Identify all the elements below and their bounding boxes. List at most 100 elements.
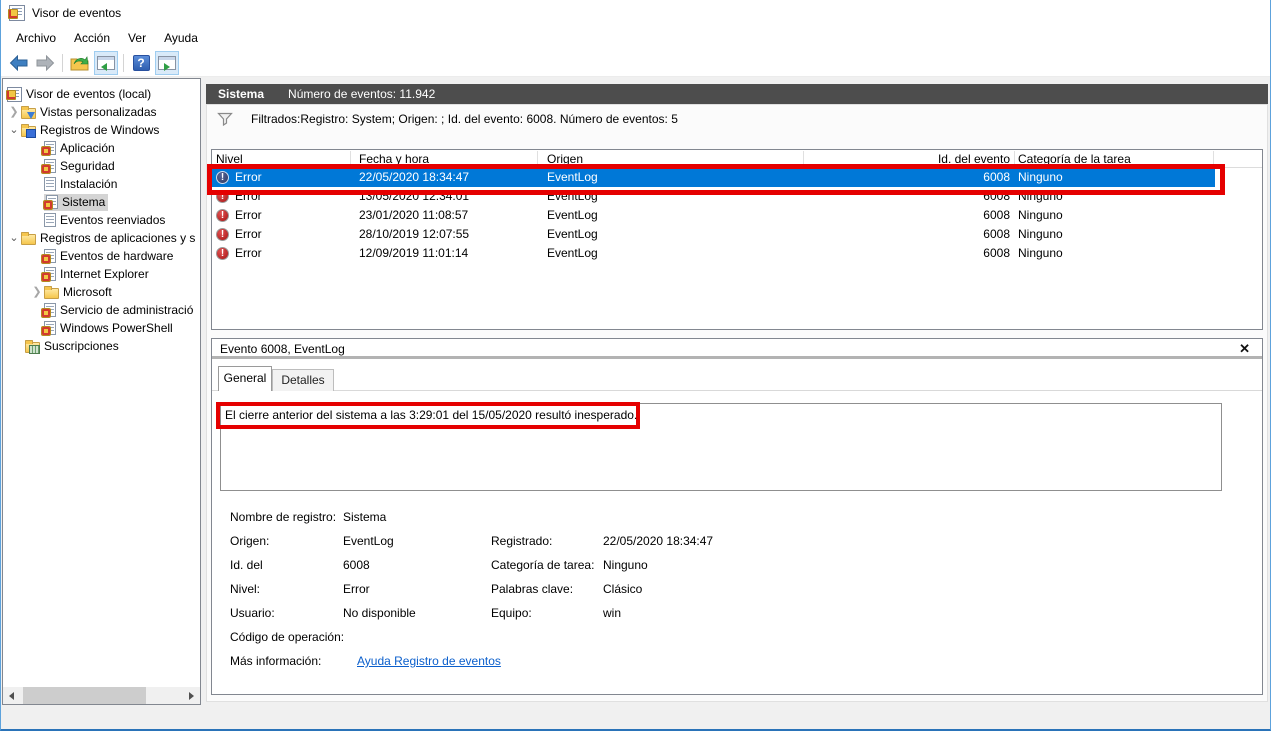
tree-item-suscripciones[interactable]: Suscripciones [3,337,200,355]
tree-item-vistas-personalizadas[interactable]: ❯ Vistas personalizadas [3,103,200,121]
field-label: Palabras clave: [491,582,573,596]
error-icon [216,228,229,241]
field-label: Código de operación: [230,630,344,644]
field-label: Categoría de tarea: [491,558,594,572]
window-title: Visor de eventos [32,6,121,20]
apps-logs-folder-icon [21,234,36,245]
tree-item-label: Aplicación [60,141,115,155]
field-value-level: Error [343,582,370,596]
chevron-down-icon[interactable]: ⌄ [7,121,21,139]
field-value-user: No disponible [343,606,416,620]
log-icon [44,213,56,227]
tree-item-label: Registros de Windows [40,123,159,137]
help-icon [133,55,150,71]
help-button[interactable] [129,51,153,75]
toolbar-separator [62,54,63,72]
event-row[interactable]: Error 23/01/2020 11:08:57 EventLog 6008 … [212,206,1262,225]
tree-item-microsoft[interactable]: ❯ Microsoft [3,283,200,301]
detail-tabs: General Detalles [212,365,1262,391]
field-value-keywords: Clásico [603,582,642,596]
close-icon[interactable]: ✕ [1239,341,1250,357]
back-button[interactable] [7,51,31,75]
menu-archivo[interactable]: Archivo [7,28,65,48]
forward-button[interactable] [33,51,57,75]
log-icon [44,267,56,281]
field-value-task-category: Ninguno [603,558,648,572]
field-label: Nombre de registro: [230,510,336,524]
log-icon [44,321,56,335]
menu-accion[interactable]: Acción [65,28,119,48]
event-viewer-icon [7,87,22,102]
tree-item-instalacion[interactable]: Instalación [3,175,200,193]
log-icon [44,141,56,155]
tree-item-label: Internet Explorer [60,267,149,281]
action-pane-icon [158,56,176,70]
chevron-right-icon[interactable]: ❯ [30,283,44,301]
tab-general[interactable]: General [218,366,272,391]
tree-item-eventos-de-hardware[interactable]: Eventos de hardware [3,247,200,265]
tree-item-sistema[interactable]: Sistema [3,193,200,211]
title-bar: Visor de eventos [1,0,1270,26]
console-tree-icon [97,56,115,70]
field-value-source: EventLog [343,534,394,548]
tree-item-root[interactable]: Visor de eventos (local) [3,85,200,103]
log-icon [46,195,58,209]
tree-item-registros-de-windows[interactable]: ⌄ Registros de Windows [3,121,200,139]
event-row[interactable]: Error 12/09/2019 11:01:14 EventLog 6008 … [212,244,1262,263]
detail-header: Evento 6008, EventLog ✕ [212,339,1262,359]
tree-item-seguridad[interactable]: Seguridad [3,157,200,175]
scroll-left-arrow[interactable] [3,687,20,704]
tree-selection-highlight: Sistema [44,194,108,211]
subscriptions-folder-icon [25,342,40,353]
chevron-right-icon[interactable]: ❯ [7,103,21,121]
log-icon [44,249,56,263]
log-icon [44,303,56,317]
tree-item-label: Servicio de administració [60,303,193,317]
open-saved-log-button[interactable] [68,51,92,75]
field-label: Origen: [230,534,269,548]
tree-item-label: Registros de aplicaciones y s [40,231,195,245]
error-icon [216,209,229,222]
tree-item-windows-powershell[interactable]: Windows PowerShell [3,319,200,337]
scrollbar-thumb[interactable] [23,687,146,704]
event-viewer-app-icon [9,5,25,21]
tree-item-label: Microsoft [63,285,112,299]
tree-item-label: Instalación [60,177,117,191]
field-label: Más información: [230,654,321,668]
tree-item-label: Suscripciones [44,339,119,353]
field-label: Registrado: [491,534,552,548]
menu-ver[interactable]: Ver [119,28,155,48]
open-folder-icon [70,55,90,71]
tree-horizontal-scrollbar[interactable] [3,687,200,704]
event-row[interactable]: Error 28/10/2019 12:07:55 EventLog 6008 … [212,225,1262,244]
menu-ayuda[interactable]: Ayuda [155,28,207,48]
field-value-computer: win [603,606,621,620]
tree-item-servicio-de-administracion[interactable]: Servicio de administració [3,301,200,319]
back-arrow-icon [9,55,29,71]
tree-item-eventos-reenviados[interactable]: Eventos reenviados [3,211,200,229]
console-tree-toggle-button[interactable] [94,51,118,75]
log-icon [44,177,56,191]
annotation-box-selected-row [207,164,1225,195]
event-description: El cierre anterior del sistema a las 3:2… [225,408,637,422]
field-value-log-name: Sistema [343,510,386,524]
tree-item-aplicacion[interactable]: Aplicación [3,139,200,157]
forward-arrow-icon [35,55,55,71]
log-header-bar: Sistema Número de eventos: 11.942 [206,84,1268,104]
action-pane-toggle-button[interactable] [155,51,179,75]
event-log-help-link[interactable]: Ayuda Registro de eventos [357,654,501,668]
field-value-event-id: 6008 [343,558,370,572]
field-label: Usuario: [230,606,275,620]
chevron-down-icon[interactable]: ⌄ [7,229,21,247]
tree-item-internet-explorer[interactable]: Internet Explorer [3,265,200,283]
field-value-logged: 22/05/2020 18:34:47 [603,534,713,548]
tree-item-label: Vistas personalizadas [40,105,157,119]
event-viewer-window: Visor de eventos Archivo Acción Ver Ayud… [0,0,1271,731]
tree-item-registros-de-aplicaciones[interactable]: ⌄ Registros de aplicaciones y s [3,229,200,247]
scroll-right-arrow[interactable] [183,687,200,704]
filter-funnel-icon [217,112,233,126]
detail-title: Evento 6008, EventLog [220,342,345,356]
tree-item-label: Windows PowerShell [60,321,173,335]
tab-detalles[interactable]: Detalles [272,369,334,391]
filter-description: Filtrados:Registro: System; Origen: ; Id… [251,112,678,126]
